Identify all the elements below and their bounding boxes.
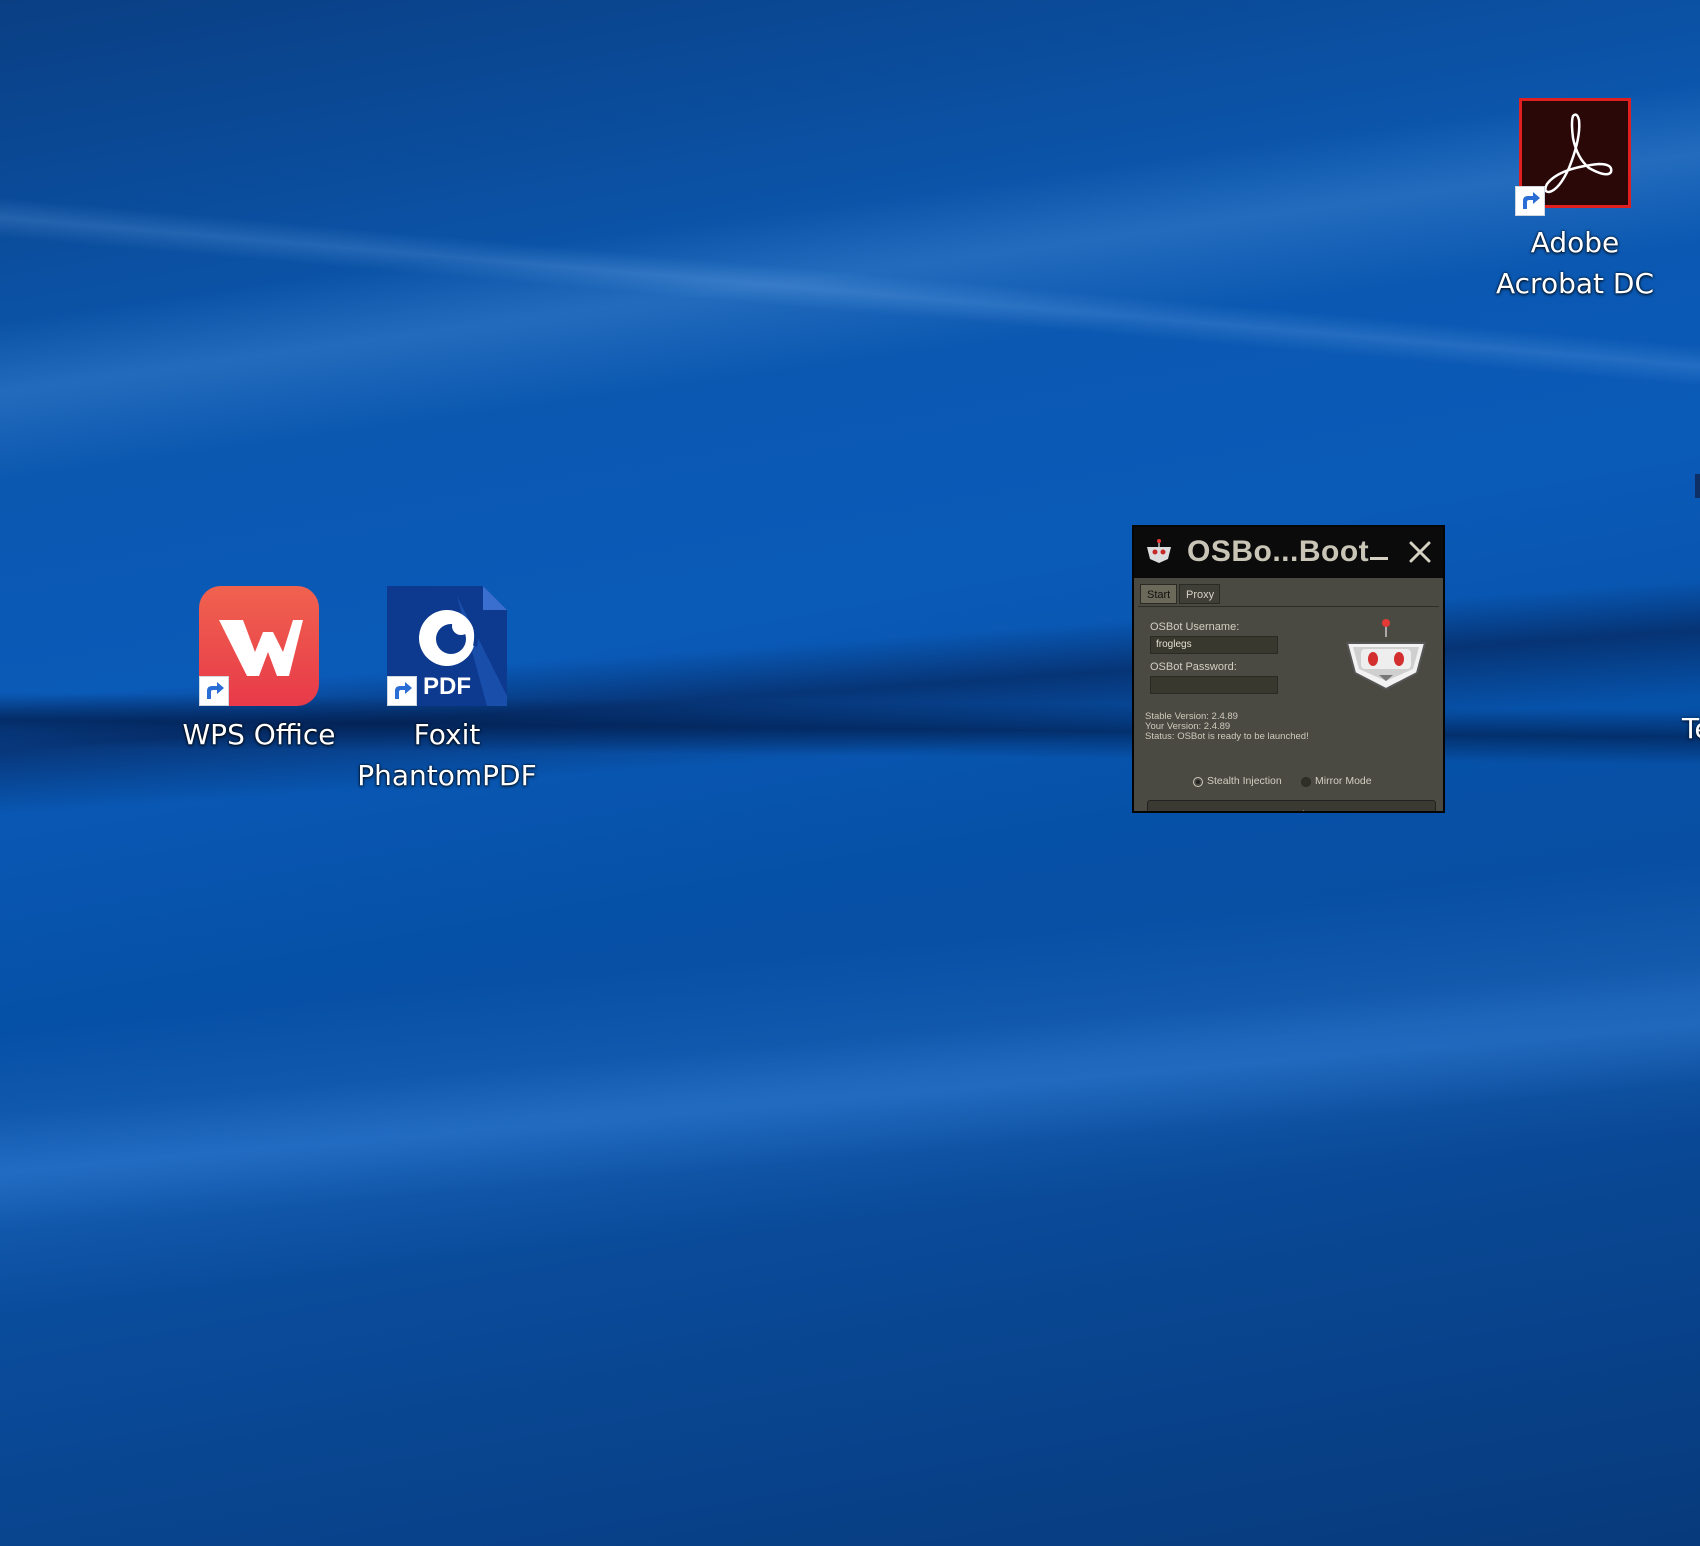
username-label: OSBot Username: [1150,621,1240,633]
foxit-phantompdf-icon: PDF [387,586,507,706]
adobe-acrobat-icon [1515,98,1631,216]
wallpaper-light-beam [0,180,1700,412]
shortcut-arrow-icon [387,676,417,706]
pdf-badge-text: PDF [423,673,471,700]
mirror-mode-label: Mirror Mode [1315,775,1372,787]
wps-office-icon [199,586,319,706]
osbot-window[interactable]: OSBo...Boot Start Proxy OSBot Username: … [1132,525,1445,813]
tab-start[interactable]: Start [1140,584,1177,604]
osbot-robot-icon [1144,537,1174,567]
wallpaper-light-beam [0,938,1700,1250]
password-field[interactable] [1150,676,1278,694]
tab-bar: Start Proxy [1138,582,1439,608]
tab-proxy[interactable]: Proxy [1179,584,1220,604]
shortcut-arrow-icon [199,676,229,706]
offscreen-icon-label: Te [1682,712,1700,745]
window-title: OSBo...Boot [1187,535,1370,568]
close-icon [1409,541,1431,563]
desktop-icon-label: WPS Office [182,718,336,751]
desktop-icon-adobe-acrobat[interactable]: Adobe Acrobat DC [1480,98,1670,304]
start-panel: OSBot Username: froglegs OSBot Password:… [1138,607,1439,811]
desktop-wallpaper: WPS Office PDF Foxit PhantomPDF Adobe Ac… [0,0,1700,1546]
desktop-icon-wps-office[interactable]: WPS Office [164,586,354,755]
title-bar[interactable]: OSBo...Boot [1134,527,1443,578]
desktop-icon-foxit-phantompdf[interactable]: PDF Foxit PhantomPDF [352,586,542,796]
close-button[interactable] [1408,540,1432,564]
minimize-button[interactable] [1370,557,1388,560]
offscreen-icon-fragment [1695,474,1700,498]
username-field[interactable]: froglegs [1150,636,1278,654]
password-label: OSBot Password: [1150,661,1237,673]
desktop-icon-label: Adobe Acrobat DC [1495,226,1654,300]
desktop-icon-label: Foxit PhantomPDF [357,718,537,792]
stealth-injection-label: Stealth Injection [1207,775,1282,787]
stealth-injection-radio[interactable] [1193,777,1203,787]
launch-button[interactable]: Launch [1147,800,1436,811]
mirror-mode-radio[interactable] [1301,777,1311,787]
status-text: Status: OSBot is ready to be launched! [1145,731,1309,742]
osbot-robot-logo [1343,617,1429,695]
shortcut-arrow-icon [1515,186,1545,216]
